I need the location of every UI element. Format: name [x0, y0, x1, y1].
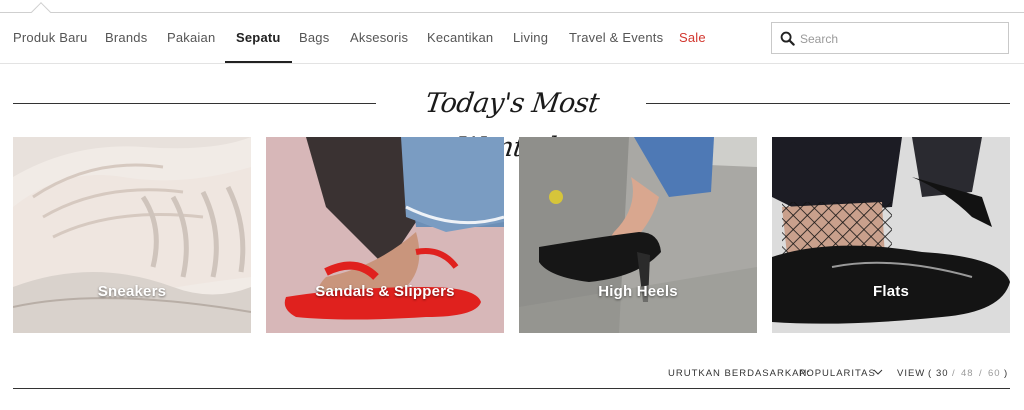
high-heels-image: [519, 137, 757, 333]
nav-item-living[interactable]: Living: [513, 14, 548, 64]
section-title: Today's Most Wanted: [423, 88, 601, 163]
listing-toolbar: URUTKAN BERDASARKAN: POPULARITAS VIEW ( …: [0, 366, 1024, 382]
sort-label: URUTKAN BERDASARKAN:: [668, 368, 811, 379]
nav-item-pakaian[interactable]: Pakaian: [167, 14, 215, 64]
category-label-sneakers: Sneakers: [97, 283, 167, 300]
top-border: [0, 12, 1024, 13]
nav-item-kecantikan[interactable]: Kecantikan: [427, 14, 493, 64]
search-box[interactable]: [771, 22, 1009, 54]
view-option-30[interactable]: 30: [936, 368, 949, 379]
section-heading: Today's Most Wanted: [13, 82, 1010, 163]
sneakers-image: [13, 137, 251, 333]
category-label-high-heels: High Heels: [598, 283, 678, 300]
category-label-sandals-slippers: Sandals & Slippers: [315, 283, 455, 300]
category-tile-high-heels[interactable]: High Heels: [519, 137, 757, 333]
toolbar-divider: [13, 388, 1010, 389]
sort-dropdown[interactable]: POPULARITAS: [799, 368, 876, 379]
nav-item-sale[interactable]: Sale: [679, 14, 706, 64]
view-option-48[interactable]: 48: [961, 368, 974, 379]
category-tile-sandals-slippers[interactable]: Sandals & Slippers: [266, 137, 504, 333]
view-separator: /: [979, 368, 983, 379]
search-input[interactable]: [800, 29, 1000, 49]
view-label: VIEW: [897, 368, 926, 379]
view-paren-open: (: [928, 368, 933, 379]
search-icon[interactable]: [780, 31, 795, 46]
nav-item-brands[interactable]: Brands: [105, 14, 147, 64]
category-tile-flats[interactable]: Flats: [772, 137, 1010, 333]
main-navigation: Produk Baru Brands Pakaian Sepatu Bags A…: [0, 14, 1024, 64]
nav-item-bags[interactable]: Bags: [299, 14, 329, 64]
flats-image: [772, 137, 1010, 333]
chevron-down-icon[interactable]: [873, 368, 883, 376]
nav-item-produk-baru[interactable]: Produk Baru: [13, 14, 87, 64]
sandals-image: [266, 137, 504, 333]
heading-rule-left: [13, 103, 376, 104]
category-tile-sneakers[interactable]: Sneakers: [13, 137, 251, 333]
nav-item-aksesoris[interactable]: Aksesoris: [350, 14, 408, 64]
nav-item-sepatu[interactable]: Sepatu: [225, 14, 291, 64]
view-option-60[interactable]: 60: [988, 368, 1001, 379]
view-separator: /: [952, 368, 956, 379]
view-paren-close: ): [1004, 368, 1009, 379]
heading-rule-right: [646, 103, 1010, 104]
nav-item-travel-events[interactable]: Travel & Events: [569, 14, 663, 64]
category-label-flats: Flats: [872, 283, 909, 300]
